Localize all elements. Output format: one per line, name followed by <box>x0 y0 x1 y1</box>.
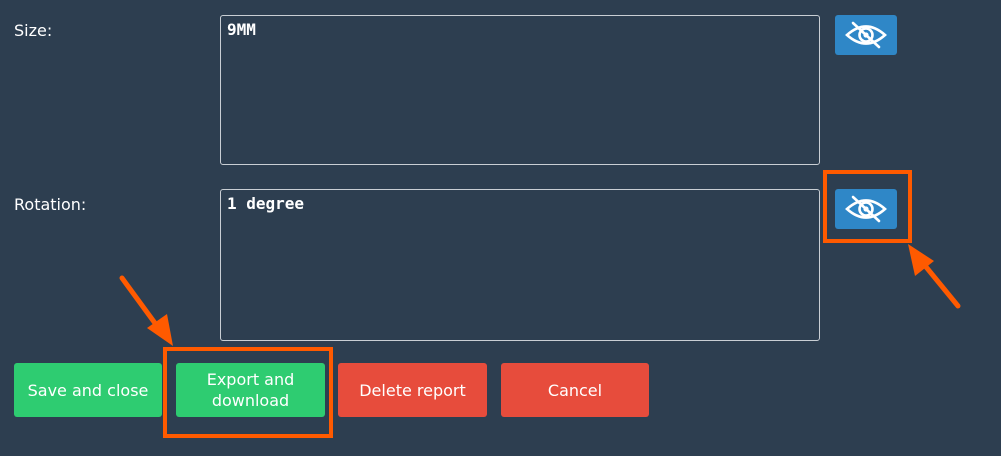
export-download-button[interactable]: Export and download <box>176 363 325 417</box>
rotation-label: Rotation: <box>14 195 87 214</box>
size-visibility-toggle[interactable] <box>835 15 897 55</box>
save-and-close-button[interactable]: Save and close <box>14 363 162 417</box>
rotation-field[interactable]: 1 degree <box>220 189 820 341</box>
cancel-button[interactable]: Cancel <box>501 363 649 417</box>
export-label-line2: download <box>211 391 290 410</box>
eye-slash-icon <box>845 21 887 49</box>
arrow-icon <box>908 244 961 309</box>
rotation-visibility-toggle[interactable] <box>835 189 897 229</box>
arrow-icon <box>119 275 173 346</box>
export-label-line1: Export and <box>206 370 295 389</box>
delete-report-button[interactable]: Delete report <box>338 363 487 417</box>
eye-slash-icon <box>845 195 887 223</box>
size-label: Size: <box>14 21 53 40</box>
size-field[interactable]: 9MM <box>220 15 820 165</box>
